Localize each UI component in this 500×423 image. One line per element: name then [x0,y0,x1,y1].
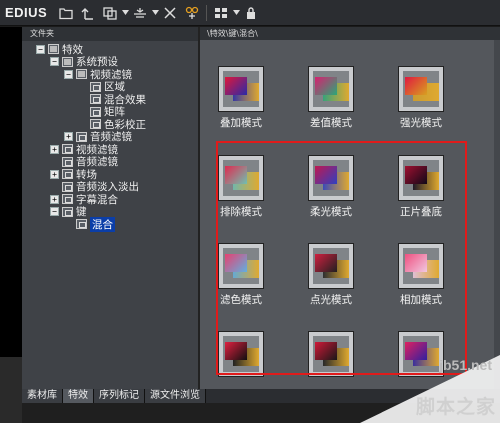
tab-effects[interactable]: 特效 [63,389,94,403]
up-folder-icon[interactable] [79,4,97,22]
effect-folder-icon [62,206,73,217]
effect-folder-icon [62,181,73,192]
delete-icon[interactable] [161,4,179,22]
collapse-icon[interactable]: − [50,57,59,67]
highlight-box [216,141,467,375]
effect-thumbnail-icon [308,66,354,112]
preview-strip-lower [0,357,22,423]
effect-folder-icon [90,119,101,130]
expand-icon[interactable]: + [50,169,59,179]
toolbar-divider [206,4,208,21]
expand-icon[interactable]: + [50,194,59,204]
tab-source-browser[interactable]: 源文件浏览 [145,389,206,403]
lock-icon[interactable] [242,4,260,22]
tab-sequence-markers[interactable]: 序列标记 [94,389,145,403]
tree-item[interactable]: 混合 [22,216,198,232]
effect-folder-icon [76,131,87,142]
folder-tree: − 特效 − 系统预设 − 视频滤镜 区域 混合效果 矩阵 色彩校正 + 音频滤镜 + 视频滤镜 音频滤镜 +… [22,41,198,232]
watermark-url: jb51.net [439,357,492,373]
collapse-icon[interactable]: − [64,69,73,79]
watermark-text: 脚本之家 [415,396,496,418]
app-title: EDIUS [5,5,48,20]
effect-item[interactable]: 叠加模式 [201,66,281,130]
effect-thumbnail-icon [398,66,444,112]
new-folder-icon[interactable] [57,4,75,22]
effect-folder-icon [62,194,73,205]
tree-item[interactable]: 音频滤镜 [22,156,198,168]
folder-icon [76,69,87,80]
toolbar: EDIUS [0,0,500,26]
collapse-icon[interactable]: − [50,207,59,217]
effect-settings-icon[interactable] [183,4,201,22]
folder-panel: 文件夹 − 特效 − 系统预设 − 视频滤镜 区域 混合效果 矩阵 色彩校正 + 音频滤镜 + 视频滤镜音… [22,27,200,389]
tab-bin[interactable]: 素材库 [22,389,63,403]
folder-path: \特效\键\混合\ [207,29,258,38]
tree-item-label: 混合 [90,216,115,232]
folder-icon [48,44,59,55]
effect-item[interactable]: 差值模式 [291,66,371,130]
expand-icon[interactable]: + [64,132,73,142]
effect-folder-icon [90,106,101,117]
align-icon[interactable] [131,4,149,22]
effect-folder-icon [90,81,101,92]
effect-label: 差值模式 [310,117,352,129]
effect-folder-icon [90,94,101,105]
effect-thumbnail-icon [218,66,264,112]
effect-folder-icon [62,144,73,155]
preview-strip [0,27,22,357]
effect-label: 叠加模式 [220,117,262,129]
vertical-scrollbar[interactable] [494,40,500,389]
view-mode-icon[interactable] [212,4,230,22]
effect-label: 强光模式 [400,117,442,129]
copy-icon[interactable] [101,4,119,22]
tree-item-label: 键 [76,206,87,219]
tree-item[interactable]: + 字幕混合 [22,193,198,206]
effect-folder-icon [62,169,73,180]
folder-icon [62,56,73,67]
collapse-icon[interactable]: − [36,44,45,54]
effect-folder-icon [76,219,87,230]
folder-panel-header: 文件夹 [22,27,198,41]
effect-folder-icon [62,156,73,167]
copy-dropdown-chevron-icon[interactable] [121,4,129,22]
effect-item[interactable]: 强光模式 [381,66,461,130]
path-bar: \特效\键\混合\ [200,27,500,40]
align-dropdown-chevron-icon[interactable] [151,4,159,22]
expand-icon[interactable]: + [50,144,59,154]
view-mode-chevron-icon[interactable] [232,4,240,22]
